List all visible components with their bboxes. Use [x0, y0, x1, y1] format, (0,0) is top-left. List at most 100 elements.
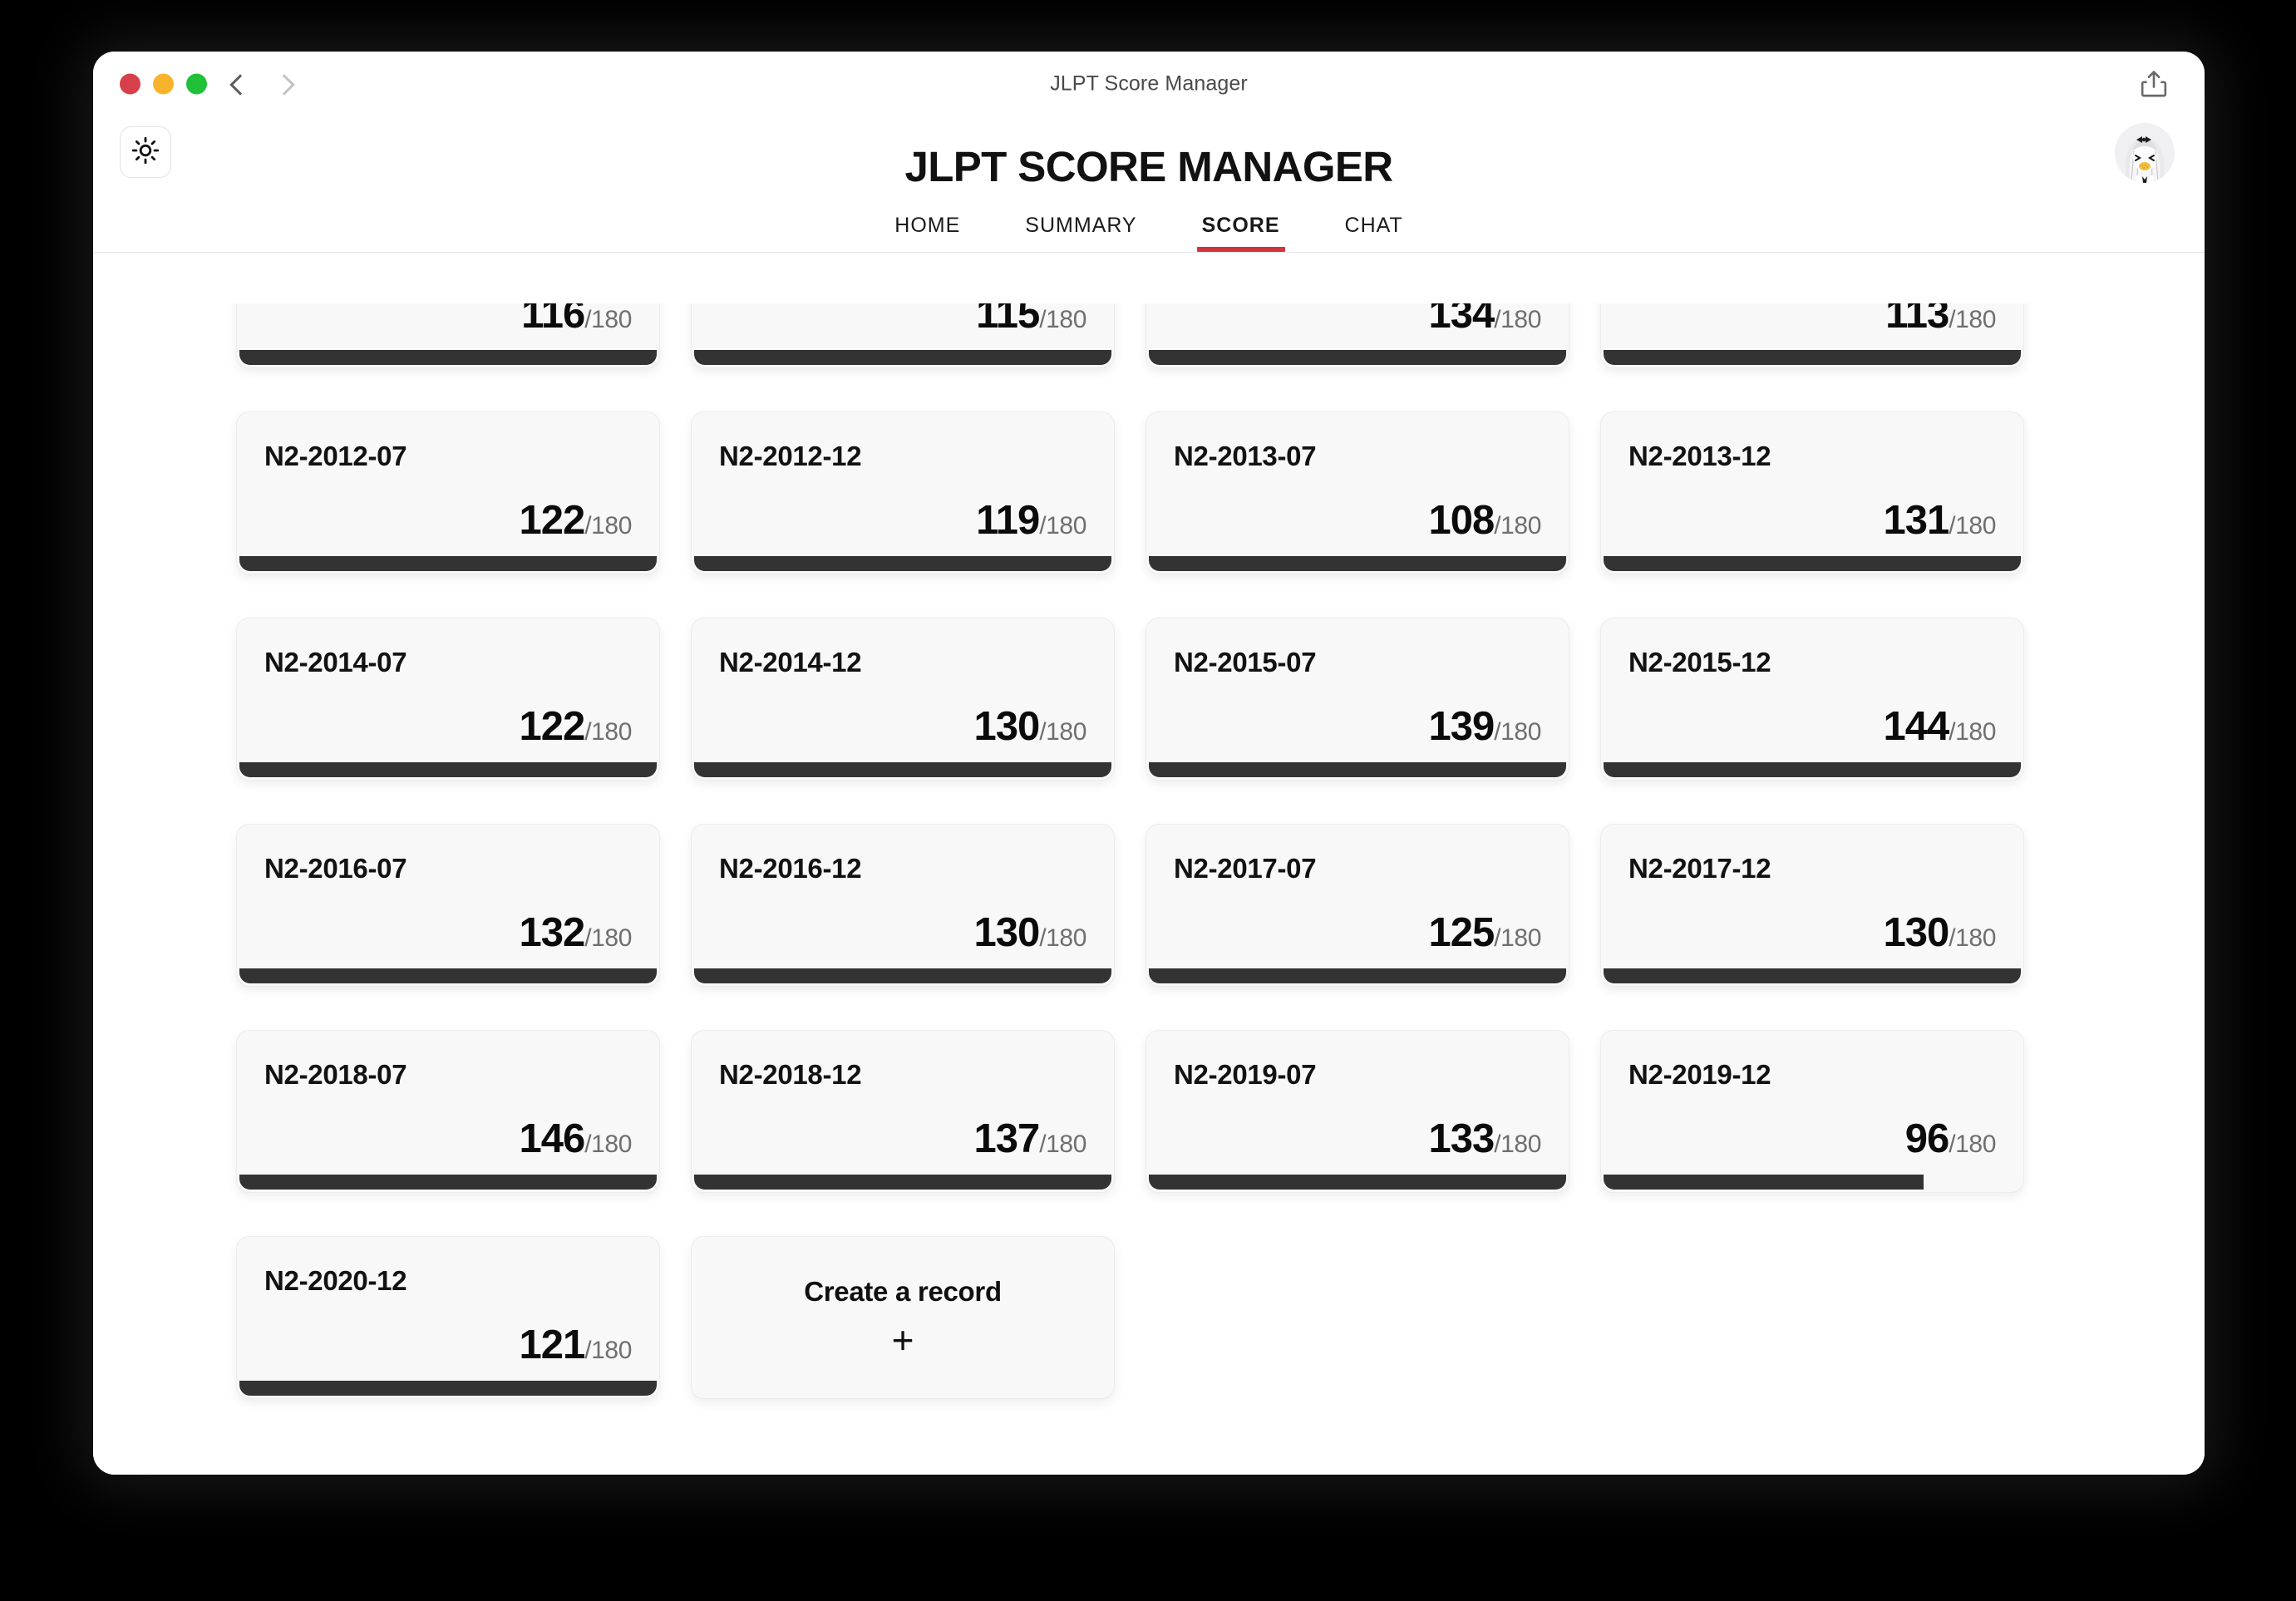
score-card-progress-bar: [1149, 762, 1566, 777]
window-titlebar: JLPT Score Manager: [93, 52, 2205, 116]
create-record-label: Create a record: [804, 1276, 1002, 1307]
score-card-grid: 116/180 115/180 134/180 113/180 N2-2012-07 12…: [93, 303, 2205, 1399]
avatar[interactable]: [2115, 123, 2175, 183]
score-card-progress-bar: [694, 1175, 1111, 1190]
score-card[interactable]: N2-2018-07 146/180: [236, 1030, 660, 1193]
page-title: JLPT SCORE MANAGER: [904, 143, 1393, 190]
score-value: 134: [1428, 303, 1495, 337]
score-value: 113: [1885, 303, 1949, 337]
avatar-image: [2115, 123, 2175, 183]
score-card-value-group: 144/180: [1883, 703, 1996, 750]
score-card-value-group: 113/180: [1885, 303, 1996, 337]
theme-toggle-button[interactable]: [120, 126, 171, 178]
window-title: JLPT Score Manager: [1050, 71, 1248, 96]
score-value: 108: [1428, 498, 1495, 543]
score-card-value-group: 96/180: [1905, 1116, 1997, 1162]
score-list-scroll-area[interactable]: 116/180 115/180 134/180 113/180 N2-2012-07 12…: [93, 303, 2205, 1475]
score-card-value-group: 130/180: [973, 909, 1086, 956]
score-card-progress-bar: [1604, 968, 2021, 983]
sun-icon: [131, 136, 160, 169]
score-card[interactable]: 115/180: [691, 303, 1115, 368]
score-card-progress-bar: [1149, 968, 1566, 983]
score-card[interactable]: N2-2015-12 144/180: [1600, 618, 2024, 781]
score-card[interactable]: N2-2017-07 125/180: [1146, 824, 1569, 987]
score-max: /180: [1949, 924, 1996, 952]
tab-chat[interactable]: CHAT: [1340, 210, 1408, 252]
score-value: 131: [1883, 498, 1949, 543]
score-card-value-group: 130/180: [1883, 909, 1996, 956]
score-card[interactable]: 116/180: [236, 303, 660, 368]
tab-home[interactable]: HOME: [889, 210, 965, 252]
score-card-value-group: 139/180: [1428, 703, 1541, 750]
score-card-title: N2-2017-07: [1174, 853, 1317, 884]
score-value: 133: [1428, 1116, 1495, 1161]
score-card-value-group: 133/180: [1428, 1116, 1541, 1162]
score-value: 122: [519, 498, 585, 543]
score-card-progress-bar: [694, 556, 1111, 571]
score-card-progress-bar: [239, 350, 657, 365]
score-card[interactable]: N2-2012-12 119/180: [691, 411, 1115, 574]
score-max: /180: [1494, 718, 1541, 746]
score-card-title: N2-2014-07: [264, 647, 407, 677]
score-max: /180: [584, 306, 632, 333]
score-card-title: N2-2016-07: [264, 853, 407, 884]
share-icon[interactable]: [2140, 69, 2168, 99]
score-card[interactable]: N2-2019-07 133/180: [1146, 1030, 1569, 1193]
score-card[interactable]: N2-2019-12 96/180: [1600, 1030, 2024, 1193]
score-max: /180: [584, 924, 632, 952]
score-card-value-group: 146/180: [519, 1116, 632, 1162]
score-card[interactable]: 134/180: [1146, 303, 1569, 368]
score-card[interactable]: 113/180: [1600, 303, 2024, 368]
score-max: /180: [1494, 306, 1541, 333]
score-max: /180: [1039, 1131, 1086, 1158]
score-value: 121: [519, 1323, 585, 1367]
score-value: 130: [973, 910, 1040, 955]
score-value: 115: [976, 303, 1040, 337]
score-value: 130: [1883, 910, 1949, 955]
score-max: /180: [1039, 718, 1086, 746]
score-card[interactable]: N2-2013-07 108/180: [1146, 411, 1569, 574]
score-card[interactable]: N2-2017-12 130/180: [1600, 824, 2024, 987]
score-card[interactable]: N2-2013-12 131/180: [1600, 411, 2024, 574]
score-value: 119: [976, 498, 1040, 543]
plus-icon: +: [891, 1318, 914, 1362]
score-card-progress-bar: [694, 968, 1111, 983]
score-card-title: N2-2020-12: [264, 1265, 407, 1296]
score-card-value-group: 131/180: [1883, 497, 1996, 544]
score-card-progress-bar: [1604, 1175, 1924, 1190]
score-max: /180: [584, 1337, 632, 1364]
score-card-value-group: 132/180: [519, 909, 632, 956]
score-value: 144: [1883, 704, 1949, 749]
score-max: /180: [1949, 1131, 1996, 1158]
score-max: /180: [1494, 1131, 1541, 1158]
score-card-value-group: 116/180: [521, 303, 632, 337]
create-record-card[interactable]: Create a record +: [691, 1236, 1115, 1399]
score-card-title: N2-2013-12: [1628, 441, 1771, 471]
score-card[interactable]: N2-2015-07 139/180: [1146, 618, 1569, 781]
score-card-progress-bar: [694, 762, 1111, 777]
score-card[interactable]: N2-2014-07 122/180: [236, 618, 660, 781]
score-value: 132: [519, 910, 585, 955]
tab-score[interactable]: SCORE: [1196, 210, 1285, 253]
score-card-value-group: 125/180: [1428, 909, 1541, 956]
score-card-progress-bar: [1604, 556, 2021, 571]
score-card-progress-bar: [1149, 350, 1566, 365]
score-card-progress-bar: [239, 1175, 657, 1190]
score-max: /180: [1949, 512, 1996, 539]
score-card[interactable]: N2-2016-12 130/180: [691, 824, 1115, 987]
score-card-title: N2-2018-07: [264, 1059, 407, 1090]
score-card[interactable]: N2-2020-12 121/180: [236, 1236, 660, 1399]
score-card-value-group: 134/180: [1428, 303, 1541, 337]
score-value: 137: [973, 1116, 1040, 1161]
score-card-value-group: 122/180: [519, 497, 632, 544]
score-value: 116: [521, 303, 585, 337]
tab-summary[interactable]: SUMMARY: [1020, 210, 1141, 252]
score-card[interactable]: N2-2012-07 122/180: [236, 411, 660, 574]
score-value: 122: [519, 704, 585, 749]
score-card-value-group: 122/180: [519, 703, 632, 750]
score-card-value-group: 130/180: [973, 703, 1086, 750]
app-header: JLPT SCORE MANAGER HOME SUMMARY SCORE CH…: [93, 116, 2205, 254]
score-card[interactable]: N2-2016-07 132/180: [236, 824, 660, 987]
score-card[interactable]: N2-2018-12 137/180: [691, 1030, 1115, 1193]
score-card[interactable]: N2-2014-12 130/180: [691, 618, 1115, 781]
